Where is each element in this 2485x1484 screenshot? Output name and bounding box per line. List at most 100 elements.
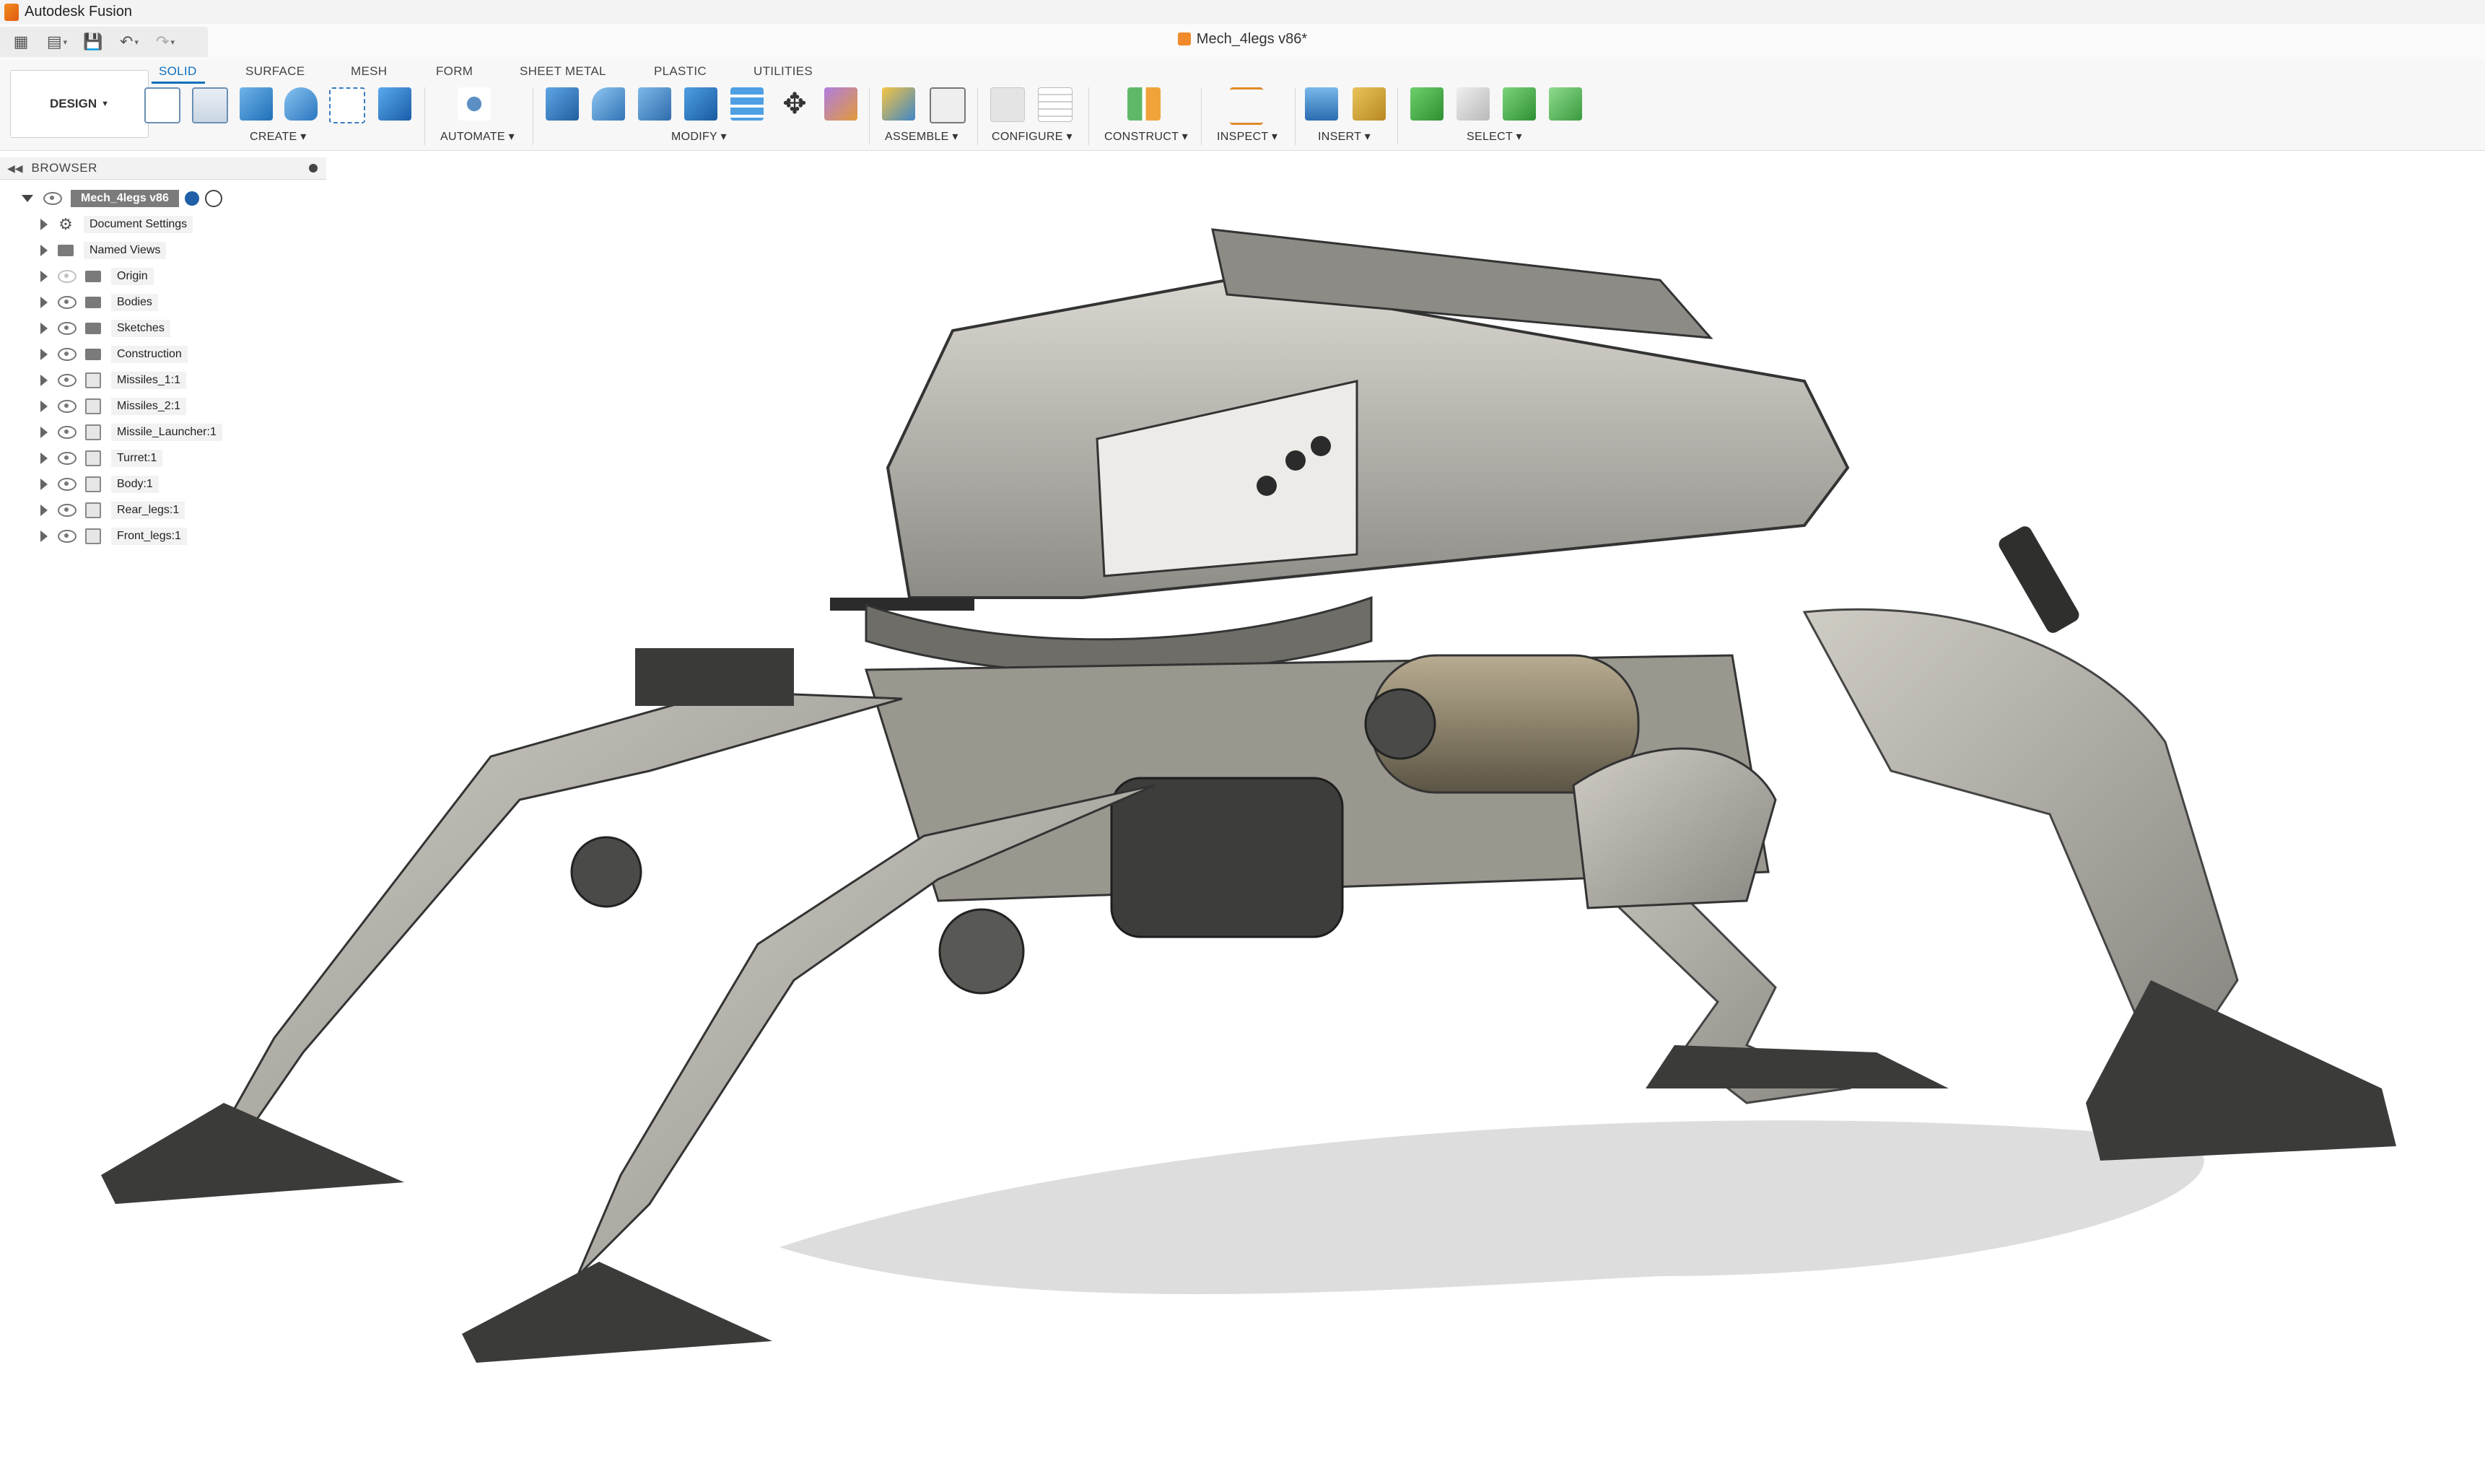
visibility-eye-icon[interactable] (58, 504, 77, 517)
shell-icon[interactable] (684, 87, 717, 121)
browser-item-label: Bodies (111, 294, 158, 311)
ribbon-separator (1397, 87, 1398, 145)
browser-item[interactable]: Origin (40, 266, 154, 287)
expand-toggle-icon[interactable] (22, 195, 33, 202)
select-filter-icon[interactable] (1549, 87, 1582, 121)
configure-icon[interactable] (990, 87, 1025, 122)
expand-toggle-icon[interactable] (40, 531, 48, 542)
automate-icon[interactable] (458, 87, 491, 121)
expand-toggle-icon[interactable] (40, 401, 48, 412)
configure-group-label[interactable]: CONFIGURE ▾ (992, 129, 1073, 144)
activate-radio-icon[interactable] (204, 190, 222, 207)
combine-icon[interactable] (730, 87, 764, 121)
appearance-icon[interactable] (824, 87, 857, 121)
design-canvas[interactable] (0, 150, 2485, 1484)
browser-item[interactable]: Named Views (40, 240, 167, 261)
expand-toggle-icon[interactable] (40, 375, 48, 386)
fillet-icon[interactable] (592, 87, 625, 121)
tab-form[interactable]: FORM (436, 64, 473, 79)
browser-title: BROWSER (31, 161, 97, 175)
visibility-eye-icon[interactable] (58, 348, 77, 361)
tab-sheet-metal[interactable]: SHEET METAL (520, 64, 606, 79)
browser-item[interactable]: Turret:1 (40, 448, 163, 469)
create-group-label[interactable]: CREATE ▾ (250, 129, 307, 144)
browser-item-label: Document Settings (84, 216, 193, 233)
visibility-eye-icon[interactable] (58, 400, 77, 413)
visibility-eye-icon[interactable] (58, 296, 77, 309)
select-group-label[interactable]: SELECT ▾ (1467, 129, 1522, 144)
tab-mesh[interactable]: MESH (351, 64, 387, 79)
visibility-eye-icon[interactable] (58, 322, 77, 335)
expand-toggle-icon[interactable] (40, 427, 48, 438)
automate-group-label[interactable]: AUTOMATE ▾ (440, 129, 515, 144)
visibility-eye-icon[interactable] (43, 192, 62, 205)
visibility-eye-icon[interactable] (58, 530, 77, 543)
select-icon[interactable] (1410, 87, 1444, 121)
browser-item-label: Origin (111, 268, 154, 285)
visibility-eye-icon[interactable] (58, 452, 77, 465)
inspect-group-label[interactable]: INSPECT ▾ (1217, 129, 1278, 144)
expand-toggle-icon[interactable] (40, 349, 48, 360)
extrude-icon[interactable] (240, 87, 273, 121)
browser-item[interactable]: Missiles_2:1 (40, 396, 187, 417)
visibility-eye-icon[interactable] (58, 426, 77, 439)
expand-toggle-icon[interactable] (40, 297, 48, 308)
expand-toggle-icon[interactable] (40, 505, 48, 516)
document-title: Mech_4legs v86* (0, 31, 2485, 48)
tab-surface[interactable]: SURFACE (245, 64, 305, 79)
expand-toggle-icon[interactable] (40, 323, 48, 334)
new-component-icon[interactable] (882, 87, 915, 121)
expand-toggle-icon[interactable] (40, 271, 48, 282)
visibility-eye-icon[interactable] (58, 374, 77, 387)
revolve-icon[interactable] (284, 87, 318, 121)
quick-access-toolbar: ▦ ▤ ▾ 💾 ↶ ▾ ↷ ▾ Mech_4legs v86* (0, 24, 2485, 60)
press-pull-icon[interactable] (546, 87, 579, 121)
measure-icon[interactable] (1230, 87, 1263, 125)
browser-item[interactable]: Construction (40, 344, 188, 365)
browser-item[interactable]: Bodies (40, 292, 158, 313)
pattern-icon[interactable] (329, 87, 365, 123)
expand-toggle-icon[interactable] (40, 479, 48, 490)
sketch-image-icon[interactable] (192, 87, 228, 123)
browser-item[interactable]: Missile_Launcher:1 (40, 422, 222, 443)
construct-group-label[interactable]: CONSTRUCT ▾ (1104, 129, 1188, 144)
workspace-switcher[interactable]: DESIGN ▼ (10, 70, 149, 138)
move-icon[interactable]: ✥ (778, 87, 811, 121)
root-component-label[interactable]: Mech_4legs v86 (71, 190, 179, 207)
joint-icon[interactable] (930, 87, 966, 123)
configuration-table-icon[interactable] (1038, 87, 1073, 122)
expand-toggle-icon[interactable] (40, 245, 48, 256)
chamfer-icon[interactable] (638, 87, 671, 121)
ribbon-separator (1201, 87, 1202, 145)
expand-toggle-icon[interactable] (40, 219, 48, 230)
insert-mesh-icon[interactable] (1353, 87, 1386, 121)
offset-plane-icon[interactable] (1127, 87, 1161, 121)
select-priority-icon[interactable] (1503, 87, 1536, 121)
modify-group-label[interactable]: MODIFY ▾ (671, 129, 727, 144)
browser-item[interactable]: Front_legs:1 (40, 525, 187, 547)
visibility-eye-icon[interactable] (58, 478, 77, 491)
browser-item[interactable]: Rear_legs:1 (40, 499, 185, 521)
reference-badge-icon (184, 191, 199, 206)
expand-toggle-icon[interactable] (40, 453, 48, 464)
box-icon[interactable] (378, 87, 411, 121)
tab-utilities[interactable]: UTILITIES (754, 64, 813, 79)
browser-root[interactable]: Mech_4legs v86 (22, 188, 222, 209)
collapse-panel-icon[interactable]: ◀◀ (7, 162, 23, 175)
assemble-group-label[interactable]: ASSEMBLE ▾ (885, 129, 958, 144)
pin-icon[interactable] (309, 164, 318, 173)
tab-plastic[interactable]: PLASTIC (654, 64, 707, 79)
tab-solid[interactable]: SOLID (159, 64, 197, 79)
browser-item[interactable]: Sketches (40, 318, 170, 339)
browser-item[interactable]: Body:1 (40, 473, 159, 495)
browser-item-label: Front_legs:1 (111, 528, 187, 545)
visibility-eye-icon[interactable] (58, 270, 77, 283)
browser-item[interactable]: ⚙ Document Settings (40, 214, 193, 235)
title-bar: Autodesk Fusion (0, 0, 2485, 25)
browser-panel-header: ◀◀ BROWSER (0, 157, 326, 180)
browser-item[interactable]: Missiles_1:1 (40, 370, 187, 391)
insert-group-label[interactable]: INSERT ▾ (1318, 129, 1371, 144)
create-sketch-icon[interactable] (144, 87, 180, 123)
insert-image-icon[interactable] (1305, 87, 1338, 121)
window-select-icon[interactable] (1457, 87, 1490, 121)
